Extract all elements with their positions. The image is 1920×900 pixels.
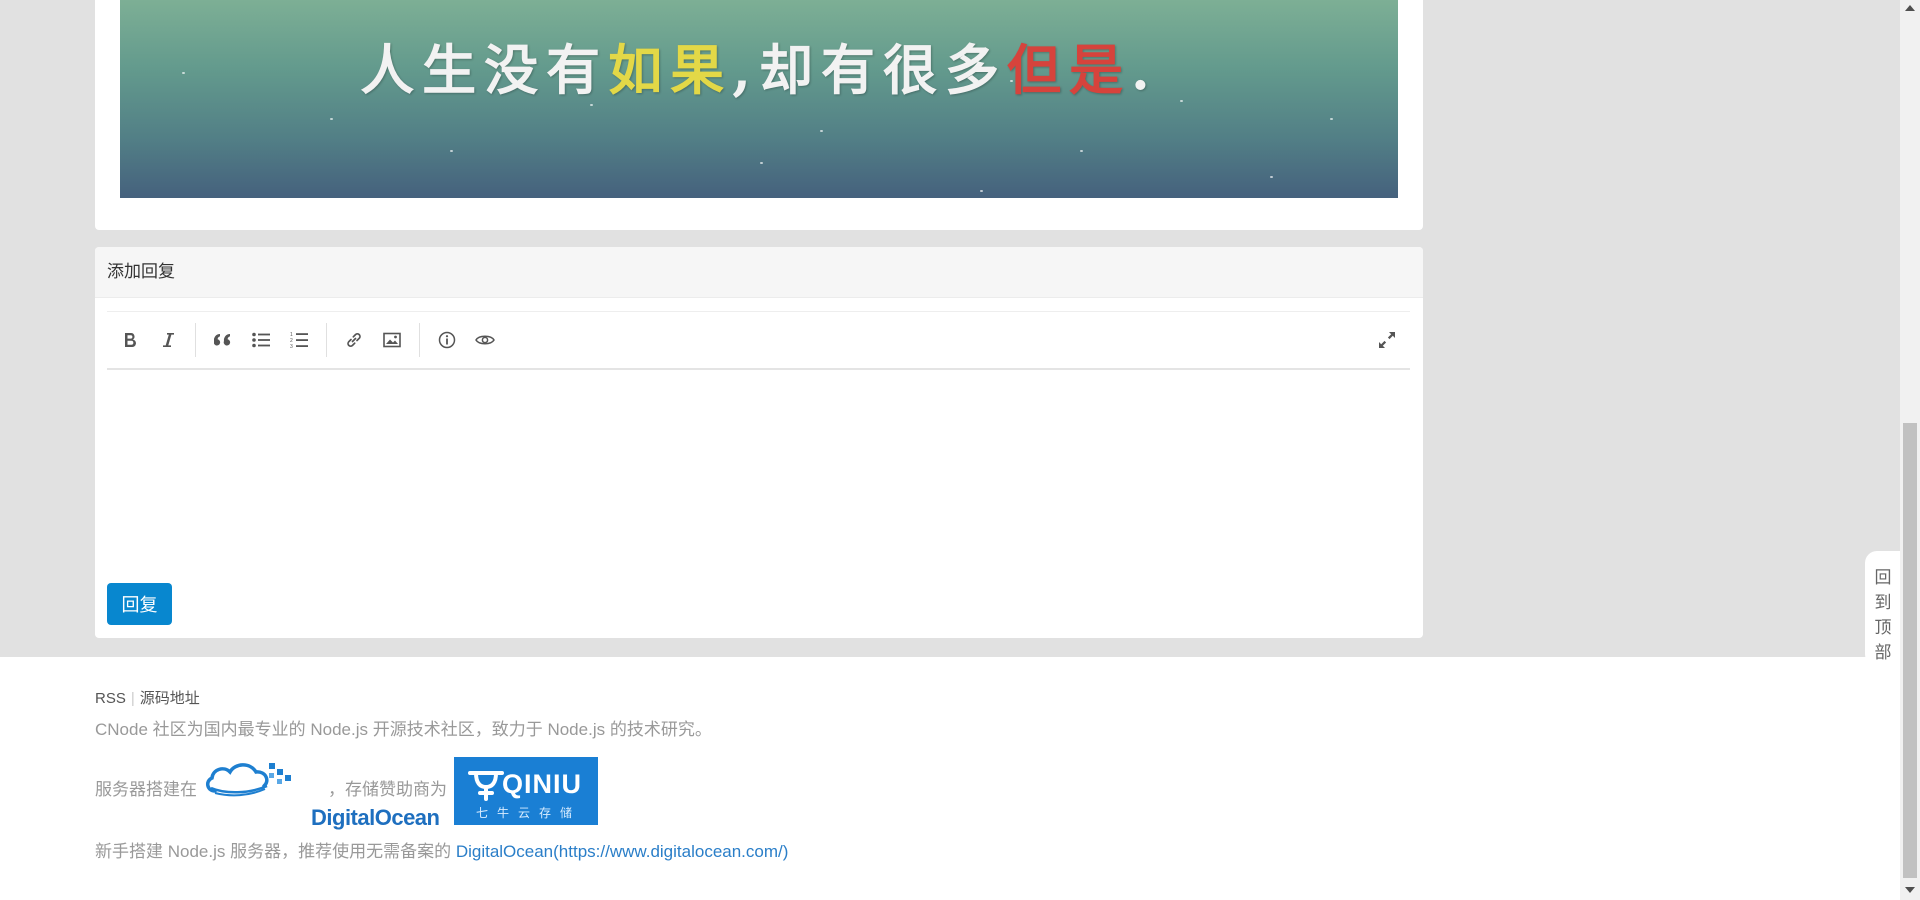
toolbar-separator [326, 323, 327, 357]
toolbar-separator [419, 323, 420, 357]
qiniu-logo-brand: QINIU [502, 769, 583, 799]
hosting-label: 服务器搭建在 [95, 780, 197, 799]
info-icon[interactable] [432, 325, 462, 355]
bold-icon[interactable] [115, 325, 145, 355]
rss-link[interactable]: RSS [95, 690, 126, 707]
back-to-top-char: 回 [1874, 568, 1892, 587]
editor-textarea[interactable] [107, 370, 1410, 560]
back-to-top-char: 到 [1874, 593, 1892, 612]
svg-text:3: 3 [290, 344, 293, 349]
footer-link-separator: | [130, 690, 135, 707]
scrollbar-thumb[interactable] [1903, 423, 1917, 878]
back-to-top-char: 部 [1874, 643, 1892, 662]
banner-image: 人生没有如果,却有很多但是. [120, 0, 1398, 198]
link-icon[interactable] [339, 325, 369, 355]
unordered-list-icon[interactable] [246, 325, 276, 355]
digitalocean-link[interactable]: DigitalOcean(https://www.digitalocean.co… [456, 842, 789, 861]
banner-slogan: 人生没有如果,却有很多但是. [360, 38, 1158, 102]
fullscreen-icon[interactable] [1372, 325, 1402, 355]
reply-panel-header: 添加回复 [95, 247, 1423, 298]
ordered-list-icon[interactable]: 123 [284, 325, 314, 355]
editor-toolbar: 123 [107, 311, 1410, 370]
digitalocean-cloud-icon [206, 763, 291, 797]
qiniu-bull-icon [468, 771, 504, 801]
add-reply-panel: 添加回复 123 回复 [95, 247, 1423, 638]
footer-description: CNode 社区为国内最专业的 Node.js 开源技术社区，致力于 Node.… [95, 720, 712, 739]
qiniu-logo[interactable]: QINIU 七牛云存储 [454, 757, 598, 825]
back-to-top-char: 顶 [1874, 618, 1892, 637]
preview-eye-icon[interactable] [470, 325, 500, 355]
image-icon[interactable] [377, 325, 407, 355]
sponsor-label: ，存储赞助商为 [328, 780, 447, 799]
footer-tip-text: 新手搭建 Node.js 服务器，推荐使用无需备案的 [95, 842, 456, 861]
back-to-top-button[interactable]: 回 到 顶 部 [1865, 551, 1901, 666]
page-footer: RSS | 源码地址 CNode 社区为国内最专业的 Node.js 开源技术社区，… [0, 657, 1900, 900]
source-code-link[interactable]: 源码地址 [140, 690, 200, 707]
reply-submit-button[interactable]: 回复 [107, 583, 172, 625]
scroll-up-arrow-icon[interactable] [1905, 5, 1915, 11]
footer-tip: 新手搭建 Node.js 服务器，推荐使用无需备案的 DigitalOcean(… [95, 837, 788, 862]
topic-content-card: 人生没有如果,却有很多但是. [95, 0, 1423, 230]
markdown-editor: 123 [107, 311, 1410, 561]
digitalocean-logo[interactable]: DigitalOcean [203, 755, 440, 833]
page-scrollbar[interactable] [1900, 0, 1920, 900]
footer-links: RSS | 源码地址 [95, 687, 200, 708]
qiniu-logo-subtitle: 七牛云存储 [476, 806, 582, 820]
toolbar-separator [195, 323, 196, 357]
quote-icon[interactable] [208, 325, 238, 355]
scroll-down-arrow-icon[interactable] [1905, 887, 1915, 893]
digitalocean-logo-text: DigitalOcean [311, 805, 440, 830]
italic-icon[interactable] [153, 325, 183, 355]
